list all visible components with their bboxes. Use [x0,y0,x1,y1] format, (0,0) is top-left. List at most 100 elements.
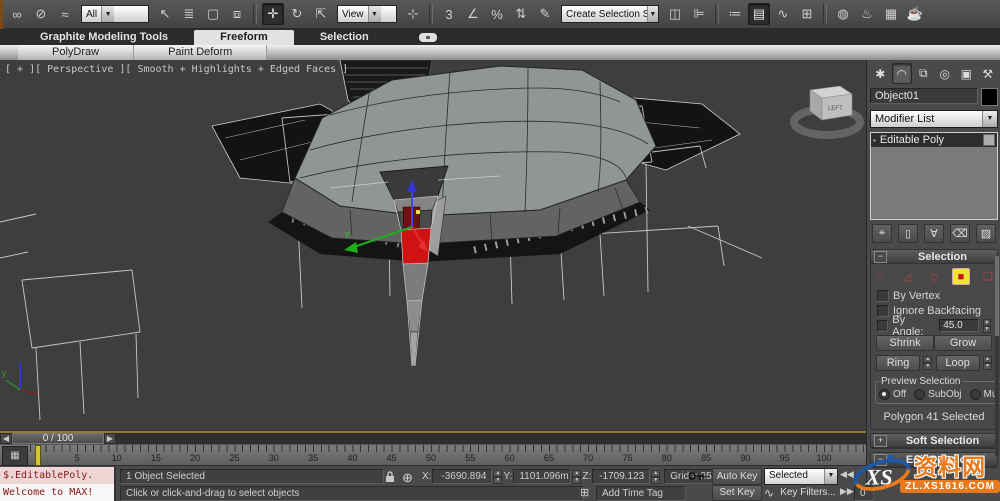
gizmo-center-handle[interactable] [416,210,420,214]
subtab-polydraw[interactable]: PolyDraw [18,45,135,60]
remove-modifier-icon[interactable]: ⌫ [950,224,970,243]
tab-freeform[interactable]: Freeform [194,30,294,45]
viewport-canvas[interactable]: Y LEFT y [0,59,866,431]
tab-graphite-modeling-tools[interactable]: Graphite Modeling Tools [14,30,194,45]
panel-scrollbar[interactable] [995,256,999,456]
object-name-field[interactable]: Object01 [870,88,978,104]
select-and-move-icon[interactable]: ✛ [262,3,284,25]
time-slider-next-icon[interactable]: ▶ [104,433,116,444]
ribbon-minimize-icon[interactable] [418,33,437,42]
graphite-ribbon-toggle-icon[interactable]: ▤ [748,3,770,25]
edge-subobject-icon[interactable]: ◿ [898,268,916,285]
time-slider-handle[interactable]: 0 / 100 [12,433,104,444]
make-unique-icon[interactable]: ∀ [924,224,944,243]
absolute-mode-toggle-icon[interactable]: ⊕ [402,470,413,486]
y-coordinate-field[interactable]: 1101.096m [513,469,572,484]
keyboard-override-key-icon[interactable] [688,471,706,485]
rendered-frame-window-icon[interactable]: ▦ [880,3,902,25]
auto-key-button[interactable]: Auto Key [712,468,762,485]
polygon-subobject-icon[interactable]: ■ [952,268,970,285]
set-key-button[interactable]: Set Key [712,485,762,501]
modify-tab-icon[interactable]: ◠ [891,63,912,84]
preview-subobj-radio[interactable]: SubObj [914,389,962,400]
loop-spinner[interactable]: ▲ ▼ [982,355,992,371]
motion-tab-icon[interactable]: ◎ [935,63,956,84]
object-color-swatch[interactable] [981,88,998,106]
set-key-filters-curve-icon[interactable]: ∿ [764,486,774,500]
utilities-tab-icon[interactable]: ⚒ [978,63,999,84]
viewcube[interactable]: LEFT [790,85,864,139]
material-editor-icon[interactable]: ◍ [832,3,854,25]
window-crossing-icon[interactable]: ⧈ [226,3,248,25]
modifier-stack[interactable]: ▪ Editable Poly [870,132,998,220]
dropdown-arrow-icon[interactable]: ▼ [367,6,381,22]
dropdown-arrow-icon[interactable]: ▼ [101,6,115,22]
ring-spinner[interactable]: ▲ ▼ [923,355,933,371]
select-object-icon[interactable]: ↖ [154,3,176,25]
bind-to-space-warp-icon[interactable]: ≈ [54,3,76,25]
dropdown-arrow-icon[interactable]: ▼ [646,6,658,22]
edit-named-selection-sets-icon[interactable]: ✎ [534,3,556,25]
ring-button[interactable]: Ring [876,355,920,371]
add-time-tag-field[interactable]: Add Time Tag [596,486,686,501]
selection-lock-icon[interactable] [384,470,396,486]
expand-icon[interactable]: + [874,434,887,447]
rectangular-selection-region-icon[interactable]: ▢ [202,3,224,25]
display-tab-icon[interactable]: ▣ [956,63,977,84]
ignore-backfacing-checkbox[interactable] [877,304,889,317]
dropdown-arrow-icon[interactable]: ▼ [824,469,837,484]
time-slider-prev-icon[interactable]: ◀ [0,433,12,444]
select-by-name-icon[interactable]: ≣ [178,3,200,25]
preview-off-radio[interactable]: Off [879,389,906,400]
configure-modifier-sets-icon[interactable]: ▨ [976,224,996,243]
loop-button[interactable]: Loop [935,355,980,371]
viewport-label[interactable]: [ + ][ Perspective ][ Smooth + Highlight… [5,64,348,75]
spinner-snap-icon[interactable]: ⇅ [510,3,532,25]
vertex-subobject-icon[interactable]: ∴ [871,268,889,285]
tab-selection[interactable]: Selection [294,30,395,45]
subtab-paint-deform[interactable]: Paint Deform [134,45,268,60]
modifier-stack-item[interactable]: ▪ Editable Poly [871,133,997,147]
selection-filter-dropdown[interactable]: All ▼ [81,5,149,23]
toolbar-drag-handle[interactable] [0,0,3,29]
modifier-list-dropdown[interactable]: Modifier List ▼ [870,110,998,128]
z-coordinate-field[interactable]: -1709.123 [592,469,651,484]
pin-stack-icon[interactable]: ⌖ [872,224,892,243]
track-bar[interactable]: 0510152025303540455055606570758085909510… [0,445,866,466]
angle-value-field[interactable]: 45.0 [939,319,979,332]
y-spinner[interactable]: ▲ ▼ [572,469,582,484]
shrink-button[interactable]: Shrink [876,335,934,351]
show-end-result-icon[interactable]: ▯ [898,224,918,243]
unlink-selection-icon[interactable]: ⊘ [30,3,52,25]
current-frame-marker[interactable] [35,445,41,466]
dropdown-arrow-icon[interactable]: ▼ [982,111,997,127]
border-subobject-icon[interactable]: ◇ [925,268,943,285]
create-tab-icon[interactable]: ✱ [870,63,891,84]
z-spinner[interactable]: ▲ ▼ [651,469,661,484]
reference-coordinate-system-dropdown[interactable]: View ▼ [337,5,397,23]
maxscript-macro-recorder-line[interactable]: $.EditablePoly. [0,467,116,484]
viewcube-face-label[interactable]: LEFT [828,106,843,112]
render-production-icon[interactable]: ☕ [904,3,926,25]
mirror-icon[interactable]: ◫ [664,3,686,25]
select-and-rotate-icon[interactable]: ↻ [286,3,308,25]
hierarchy-tab-icon[interactable]: ⧉ [913,63,934,84]
collapse-icon[interactable]: − [874,250,887,263]
mini-curve-editor-button[interactable]: ▦ [2,446,28,466]
select-and-link-icon[interactable]: ∞ [6,3,28,25]
x-spinner[interactable]: ▲ ▼ [493,469,503,484]
named-selection-sets-dropdown[interactable]: Create Selection Se ▼ [561,5,659,23]
manage-layers-icon[interactable]: ≔ [724,3,746,25]
maxscript-listener-line[interactable]: Welcome to MAX! [0,484,116,501]
perspective-viewport[interactable]: [ + ][ Perspective ][ Smooth + Highlight… [0,59,866,433]
angle-snap-icon[interactable]: ∠ [462,3,484,25]
key-filters-button[interactable]: Key Filters... [780,486,836,499]
selection-rollout-header[interactable]: − Selection [871,250,997,264]
angle-spinner[interactable]: ▲ ▼ [982,318,991,333]
select-and-manipulate-icon[interactable]: ⊹ [402,3,424,25]
curve-editor-icon[interactable]: ∿ [772,3,794,25]
schematic-view-icon[interactable]: ⊞ [796,3,818,25]
render-setup-icon[interactable]: ♨ [856,3,878,25]
by-vertex-checkbox[interactable] [877,289,889,302]
modifier-onoff-icon[interactable] [983,134,995,146]
